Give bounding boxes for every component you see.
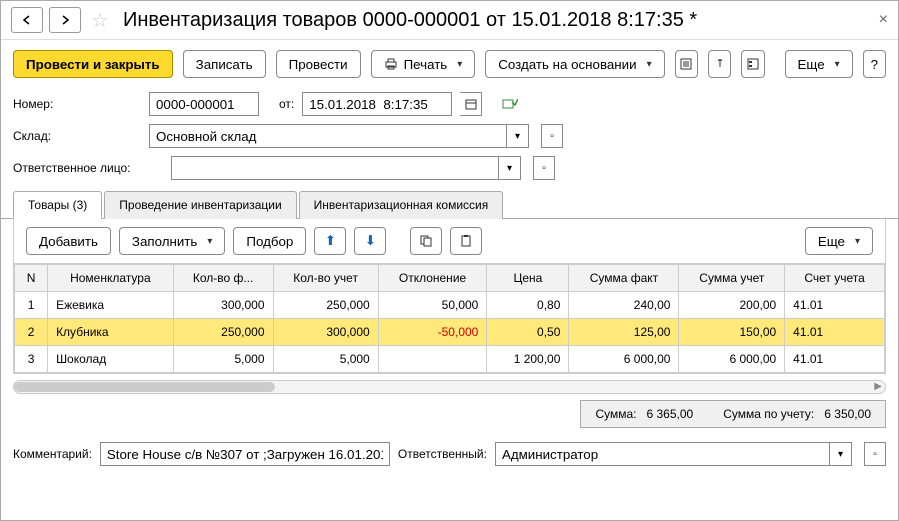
- comment-label: Комментарий:: [13, 447, 92, 461]
- printer-icon: [384, 57, 398, 71]
- move-up-button[interactable]: ⬆: [314, 227, 346, 255]
- responsible-open-button[interactable]: ▫: [533, 156, 555, 180]
- print-button[interactable]: Печать: [371, 50, 476, 78]
- table-row[interactable]: 2Клубника250,000300,000-50,0000,50125,00…: [15, 319, 885, 346]
- admin-dropdown[interactable]: ▾: [830, 442, 852, 466]
- admin-input[interactable]: [495, 442, 830, 466]
- tab-commission[interactable]: Инвентаризационная комиссия: [299, 191, 504, 219]
- column-header[interactable]: Кол-во учет: [273, 265, 378, 292]
- column-header[interactable]: N: [15, 265, 48, 292]
- more-button[interactable]: Еще: [785, 50, 853, 78]
- post-button[interactable]: Провести: [276, 50, 361, 78]
- status-icon: [502, 97, 518, 111]
- report-icon-button[interactable]: [675, 50, 698, 78]
- table-row[interactable]: 1Ежевика300,000250,00050,0000,80240,0020…: [15, 292, 885, 319]
- column-header[interactable]: Сумма учет: [679, 265, 785, 292]
- move-down-button[interactable]: ⬇: [354, 227, 386, 255]
- inner-more-button[interactable]: Еще: [805, 227, 873, 255]
- responsible2-label: Ответственный:: [398, 447, 487, 461]
- nav-forward-button[interactable]: [49, 7, 81, 33]
- number-input[interactable]: [149, 92, 259, 116]
- tab-goods[interactable]: Товары (3): [13, 191, 102, 219]
- list-icon-button[interactable]: [741, 50, 764, 78]
- calendar-button[interactable]: [460, 92, 482, 116]
- column-header[interactable]: Счет учета: [785, 265, 885, 292]
- number-label: Номер:: [13, 97, 61, 111]
- totals-panel: Сумма: 6 365,00 Сумма по учету: 6 350,00: [580, 400, 886, 428]
- warehouse-input[interactable]: [149, 124, 507, 148]
- responsible-input[interactable]: [171, 156, 499, 180]
- create-based-button[interactable]: Создать на основании: [485, 50, 664, 78]
- column-header[interactable]: Цена: [487, 265, 569, 292]
- table-row[interactable]: 3Шоколад5,0005,0001 200,006 000,006 000,…: [15, 346, 885, 373]
- column-header[interactable]: Кол-во ф...: [173, 265, 273, 292]
- close-button[interactable]: ×: [879, 11, 888, 29]
- responsible-dropdown[interactable]: ▾: [499, 156, 521, 180]
- add-row-button[interactable]: Добавить: [26, 227, 111, 255]
- responsible-label: Ответственное лицо:: [13, 161, 163, 175]
- favorite-star-icon[interactable]: ☆: [91, 8, 109, 33]
- paste-button[interactable]: [450, 227, 482, 255]
- warehouse-dropdown[interactable]: ▾: [507, 124, 529, 148]
- admin-open-button[interactable]: ▫: [864, 442, 886, 466]
- from-label: от:: [279, 97, 294, 111]
- help-button[interactable]: ?: [863, 50, 886, 78]
- horizontal-scrollbar[interactable]: [13, 380, 886, 394]
- column-header[interactable]: Номенклатура: [48, 265, 174, 292]
- column-header[interactable]: Сумма факт: [569, 265, 679, 292]
- tab-inventory-process[interactable]: Проведение инвентаризации: [104, 191, 296, 219]
- warehouse-label: Склад:: [13, 129, 61, 143]
- comment-input[interactable]: [100, 442, 390, 466]
- warehouse-open-button[interactable]: ▫: [541, 124, 563, 148]
- copy-button[interactable]: [410, 227, 442, 255]
- goods-table[interactable]: NНоменклатураКол-во ф...Кол-во учетОткло…: [14, 264, 885, 373]
- save-button[interactable]: Записать: [183, 50, 266, 78]
- window-title: Инвентаризация товаров 0000-000001 от 15…: [123, 9, 697, 32]
- column-header[interactable]: Отклонение: [378, 265, 487, 292]
- nav-back-button[interactable]: [11, 7, 43, 33]
- date-input[interactable]: [302, 92, 452, 116]
- select-button[interactable]: Подбор: [233, 227, 306, 255]
- post-and-close-button[interactable]: Провести и закрыть: [13, 50, 173, 78]
- fill-button[interactable]: Заполнить: [119, 227, 225, 255]
- attach-icon-button[interactable]: [708, 50, 731, 78]
